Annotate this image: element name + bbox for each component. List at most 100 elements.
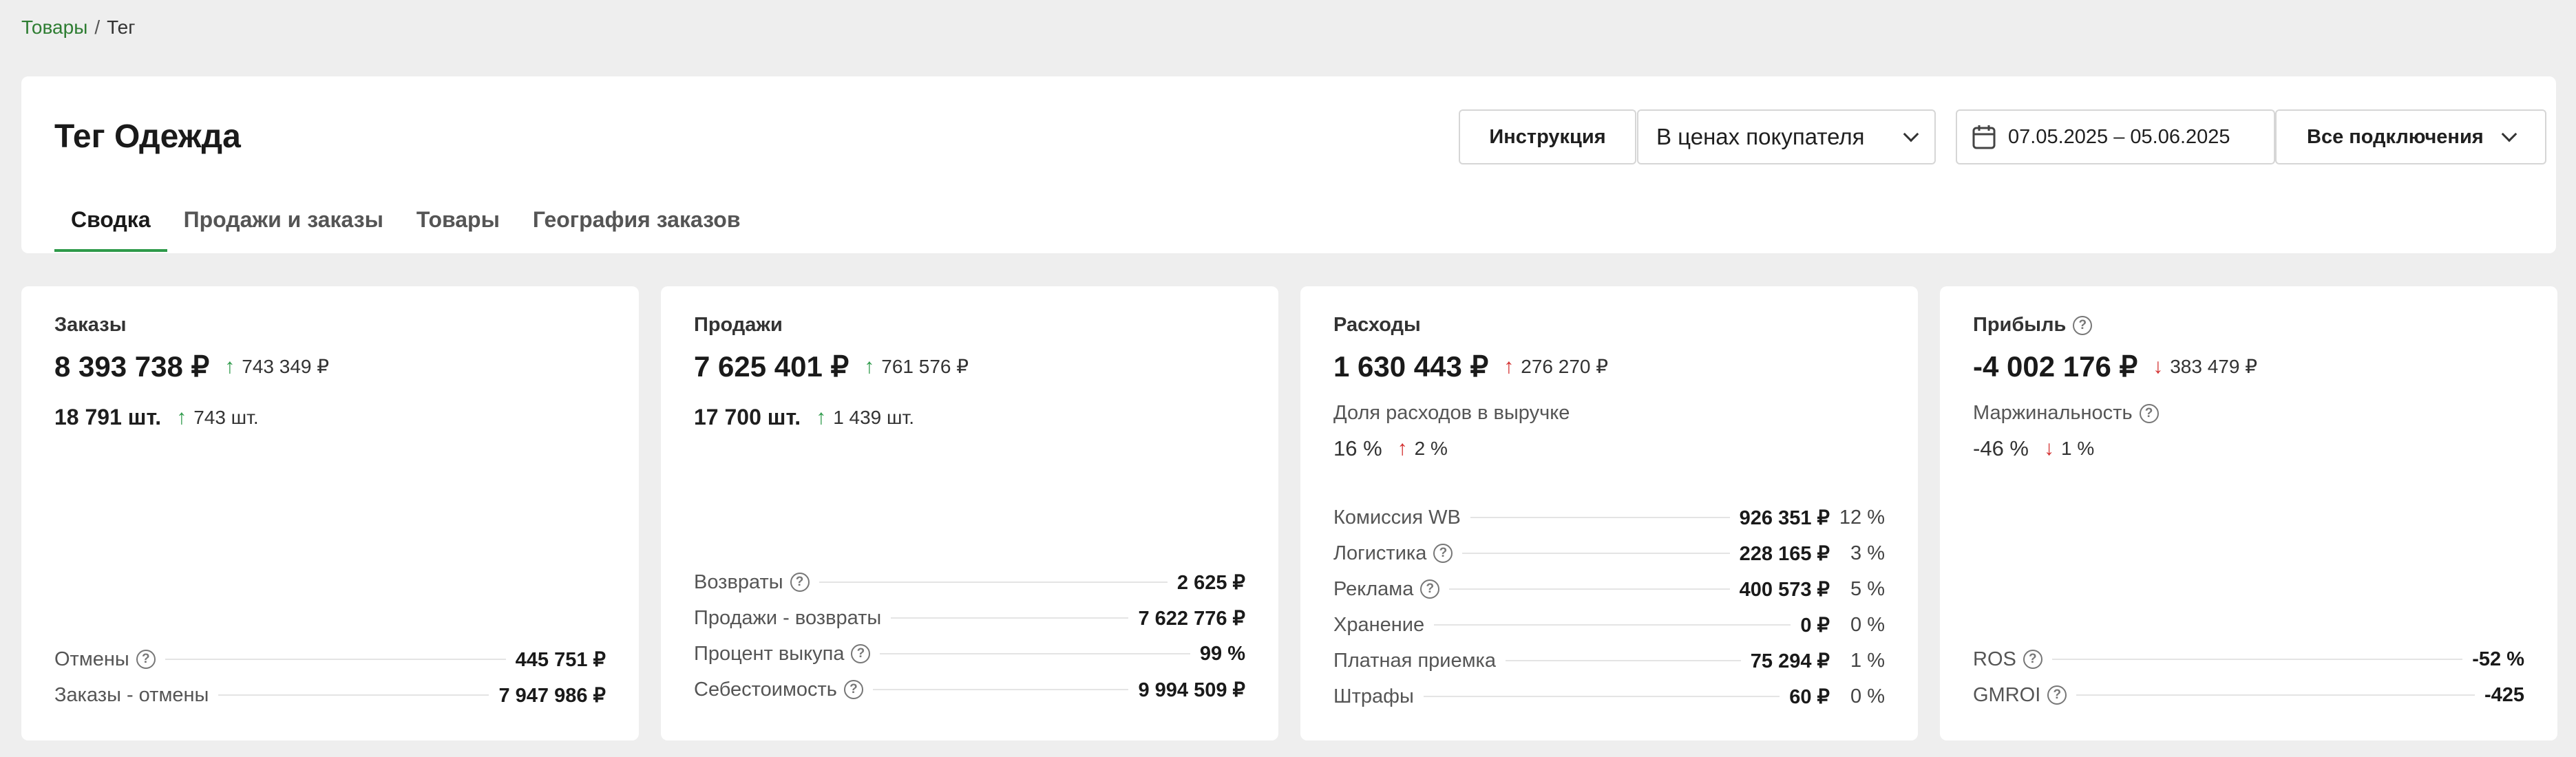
help-icon[interactable]: ? xyxy=(2023,650,2042,669)
tabs: Сводка Продажи и заказы Товары География… xyxy=(54,207,757,252)
row-label: Комиссия WB xyxy=(1333,506,1461,529)
row-percent: 1 % xyxy=(1850,649,1885,672)
row-label: ROS xyxy=(1973,648,2016,670)
expenses-delta: 276 270 ₽ xyxy=(1521,356,1609,377)
divider xyxy=(218,694,489,696)
orders-total: 8 393 738 ₽ xyxy=(54,350,210,383)
orders-card: Заказы 8 393 738 ₽ ↑ 743 349 ₽ 18 791 шт.… xyxy=(21,286,639,740)
row-value: 60 ₽ xyxy=(1789,685,1830,708)
date-range-picker[interactable]: 07.05.2025 – 05.06.2025 xyxy=(1956,109,2275,164)
row-label: Продажи - возвраты xyxy=(694,606,882,629)
divider xyxy=(1423,696,1780,697)
row-value: 445 751 ₽ xyxy=(515,648,606,671)
tab-sales-orders[interactable]: Продажи и заказы xyxy=(167,207,400,252)
breadcrumb: Товары / Тег xyxy=(21,17,135,39)
row-value: 99 % xyxy=(1199,642,1245,665)
price-mode-select[interactable]: В ценах покупателя xyxy=(1637,109,1936,164)
list-item: Платная приемка 75 294 ₽ 1 % xyxy=(1333,643,1885,679)
orders-count-delta: 743 шт. xyxy=(193,406,259,428)
breadcrumb-link-products[interactable]: Товары xyxy=(21,17,87,39)
row-value: 228 165 ₽ xyxy=(1739,542,1830,565)
arrow-up-icon: ↑ xyxy=(1397,437,1408,460)
divider xyxy=(2076,694,2475,696)
arrow-up-icon: ↑ xyxy=(1503,354,1514,378)
row-label: Отмены xyxy=(54,648,129,670)
help-icon[interactable]: ? xyxy=(2047,685,2067,705)
divider xyxy=(891,617,1129,619)
sales-count: 17 700 шт. xyxy=(694,405,801,429)
help-icon[interactable]: ? xyxy=(136,650,156,669)
divider xyxy=(880,653,1190,654)
list-item: Процент выкупа? 99 % xyxy=(694,636,1245,672)
row-value: 75 294 ₽ xyxy=(1750,650,1830,672)
tab-order-geography[interactable]: География заказов xyxy=(516,207,757,252)
divider xyxy=(165,659,506,660)
arrow-up-icon: ↑ xyxy=(816,405,827,429)
sales-card: Продажи 7 625 401 ₽ ↑ 761 576 ₽ 17 700 шт… xyxy=(661,286,1278,740)
profit-total: -4 002 176 ₽ xyxy=(1973,350,2138,383)
orders-count: 18 791 шт. xyxy=(54,405,162,429)
help-icon[interactable]: ? xyxy=(843,680,863,699)
list-item: Штрафы 60 ₽ 0 % xyxy=(1333,679,1885,714)
tab-products[interactable]: Товары xyxy=(400,207,516,252)
list-item: Возвраты? 2 625 ₽ xyxy=(694,564,1245,600)
list-item: Себестоимость? 9 994 509 ₽ xyxy=(694,672,1245,707)
date-range-value: 07.05.2025 – 05.06.2025 xyxy=(2008,125,2230,148)
row-value: 2 625 ₽ xyxy=(1176,571,1245,594)
header-panel: Тег Одежда Инструкция В ценах покупателя… xyxy=(21,76,2556,253)
row-label: GMROI xyxy=(1973,683,2041,706)
help-icon[interactable]: ? xyxy=(851,644,871,663)
margin-label: Маржинальность xyxy=(1973,402,2133,424)
card-title: Продажи xyxy=(694,314,783,336)
help-icon[interactable]: ? xyxy=(2073,315,2093,335)
row-percent: 0 % xyxy=(1850,613,1885,636)
row-percent: 12 % xyxy=(1839,506,1885,529)
orders-delta: 743 349 ₽ xyxy=(242,356,330,377)
row-value: 7 622 776 ₽ xyxy=(1138,607,1245,630)
margin-value: -46 % xyxy=(1973,436,2029,460)
instruction-button[interactable]: Инструкция xyxy=(1459,109,1636,164)
row-value: 9 994 509 ₽ xyxy=(1138,679,1245,701)
list-item: Продажи - возвраты 7 622 776 ₽ xyxy=(694,600,1245,636)
help-icon[interactable]: ? xyxy=(790,573,810,592)
divider xyxy=(1449,588,1730,590)
card-title: Расходы xyxy=(1333,314,1421,336)
divider xyxy=(819,582,1168,583)
margin-delta: 1 % xyxy=(2060,438,2095,459)
arrow-up-icon: ↑ xyxy=(176,405,187,429)
expenses-card: Расходы 1 630 443 ₽ ↑ 276 270 ₽ Доля расх… xyxy=(1300,286,1918,740)
divider xyxy=(1470,517,1730,518)
row-percent: 3 % xyxy=(1850,542,1885,564)
row-label: Платная приемка xyxy=(1333,649,1496,672)
row-value: -52 % xyxy=(2472,648,2524,670)
row-value: 400 573 ₽ xyxy=(1739,578,1830,601)
expense-share-label: Доля расходов в выручке xyxy=(1333,402,1570,424)
help-icon[interactable]: ? xyxy=(1433,544,1453,563)
row-label: Штрафы xyxy=(1333,685,1414,707)
profit-card: Прибыль ? -4 002 176 ₽ ↓ 383 479 ₽ Маржин… xyxy=(1940,286,2557,740)
row-value: 926 351 ₽ xyxy=(1739,507,1830,529)
chevron-down-icon xyxy=(2501,126,2517,142)
card-title: Заказы xyxy=(54,314,127,336)
row-label: Процент выкупа xyxy=(694,642,845,665)
price-mode-value: В ценах покупателя xyxy=(1656,124,1865,149)
calendar-icon xyxy=(1972,125,1996,149)
divider xyxy=(1506,660,1741,661)
chevron-down-icon xyxy=(1903,126,1919,142)
row-value: 0 ₽ xyxy=(1800,614,1830,637)
connections-select[interactable]: Все подключения xyxy=(2275,109,2546,164)
sales-total: 7 625 401 ₽ xyxy=(694,350,849,383)
list-item: Реклама? 400 573 ₽ 5 % xyxy=(1333,571,1885,607)
row-label: Заказы - отмены xyxy=(54,683,209,706)
tab-summary[interactable]: Сводка xyxy=(54,207,167,252)
arrow-down-icon: ↓ xyxy=(2153,354,2164,378)
sales-delta: 761 576 ₽ xyxy=(881,356,969,377)
list-item: ROS? -52 % xyxy=(1973,641,2524,677)
help-icon[interactable]: ? xyxy=(2139,403,2159,423)
list-item: GMROI? -425 xyxy=(1973,677,2524,713)
arrow-down-icon: ↓ xyxy=(2043,437,2054,460)
help-icon[interactable]: ? xyxy=(1420,579,1440,599)
list-item: Отмены? 445 751 ₽ xyxy=(54,641,606,677)
arrow-up-icon: ↑ xyxy=(864,354,875,378)
breadcrumb-current: Тег xyxy=(107,17,136,38)
